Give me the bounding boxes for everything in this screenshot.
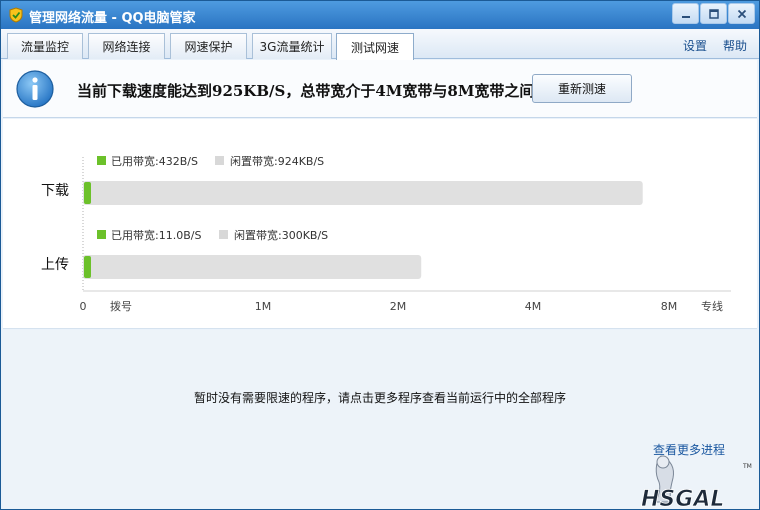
- help-link[interactable]: 帮助: [723, 37, 747, 54]
- tab-speed-protection[interactable]: 网速保护: [170, 33, 247, 59]
- svg-text:TM: TM: [742, 463, 752, 470]
- tab-label: 流量监控: [20, 40, 69, 54]
- close-button[interactable]: [728, 3, 755, 24]
- title-bar[interactable]: 管理网络流量 - QQ电脑管家: [1, 1, 759, 29]
- tab-label: 网络连接: [102, 40, 151, 54]
- watermark-logo: HSGAL TM: [641, 455, 752, 510]
- x-tick-label: 8M: [661, 300, 678, 313]
- x-tick-label: 专线: [701, 299, 723, 313]
- maximize-icon: [708, 8, 719, 19]
- legend-swatch-idle: [219, 230, 228, 239]
- legend-idle-label: 闲置带宽:924KB/S: [230, 154, 324, 168]
- no-program-notice: 暂时没有需要限速的程序，请点击更多程序查看当前运行中的全部程序: [193, 391, 566, 405]
- qq-manager-icon: [9, 7, 23, 23]
- bar-used-0: [84, 182, 91, 204]
- category-label-1: 上传: [41, 257, 69, 273]
- x-tick-label: 2M: [390, 300, 407, 313]
- tab-network-connections[interactable]: 网络连接: [88, 33, 165, 59]
- legend-swatch-used: [97, 156, 106, 165]
- bar-used-1: [84, 256, 91, 278]
- bar-idle-1: [83, 255, 422, 279]
- speed-result-banner: 当前下载速度能达到925KB/S，总带宽介于4M宽带与8M宽带之间 重新测速: [3, 60, 757, 118]
- tab-bar: 流量监控 网络连接 网速保护 3G流量统计 测试网速 设置 帮助: [1, 29, 759, 60]
- legend-used-label: 已用带宽:432B/S: [111, 154, 198, 168]
- app-window: 管理网络流量 - QQ电脑管家 流量监控 网络连接 网速保护 3G流量统计 测试…: [0, 0, 760, 510]
- x-tick-label: 1M: [255, 300, 272, 313]
- tab-3g-traffic-stats[interactable]: 3G流量统计: [252, 33, 332, 59]
- maximize-button[interactable]: [700, 3, 727, 24]
- watermark-text: HSGAL: [641, 487, 724, 510]
- x-tick-label: 拨号: [110, 299, 132, 313]
- tab-label: 测试网速: [350, 40, 399, 55]
- legend-used-label: 已用带宽:11.0B/S: [111, 228, 201, 242]
- tab-traffic-monitor[interactable]: 流量监控: [7, 33, 83, 59]
- tab-label: 3G流量统计: [259, 40, 325, 54]
- speed-result-text: 当前下载速度能达到925KB/S，总带宽介于4M宽带与8M宽带之间: [77, 82, 535, 100]
- retest-button-label: 重新测速: [557, 82, 606, 96]
- settings-link[interactable]: 设置: [683, 37, 707, 54]
- legend-idle-label: 闲置带宽:300KB/S: [234, 228, 328, 242]
- minimize-icon: [681, 15, 690, 18]
- category-label-0: 下载: [41, 183, 69, 199]
- x-tick-label: 0: [80, 300, 87, 313]
- close-icon: [737, 9, 746, 18]
- tab-speed-test[interactable]: 测试网速: [336, 33, 414, 60]
- bandwidth-chart-svg: 下载 已用带宽:432B/S 闲置带宽:924KB/S 上传 已用带宽:11.0B/S 闲…: [41, 154, 731, 313]
- legend-swatch-used: [97, 230, 106, 239]
- x-tick-label: 4M: [525, 300, 542, 313]
- legend-swatch-idle: [215, 156, 224, 165]
- tab-label: 网速保护: [184, 40, 233, 54]
- bandwidth-chart: 下载 已用带宽:432B/S 闲置带宽:924KB/S 上传 已用带宽:11.0B/S 闲…: [3, 119, 757, 329]
- window-title: 管理网络流量 - QQ电脑管家: [29, 11, 196, 26]
- retest-button[interactable]: 重新测速: [532, 74, 632, 103]
- program-list-area: 暂时没有需要限速的程序，请点击更多程序查看当前运行中的全部程序 查看更多进程 H…: [3, 330, 757, 510]
- minimize-button[interactable]: [672, 3, 699, 24]
- info-icon: [16, 70, 54, 108]
- bar-idle-0: [83, 181, 643, 205]
